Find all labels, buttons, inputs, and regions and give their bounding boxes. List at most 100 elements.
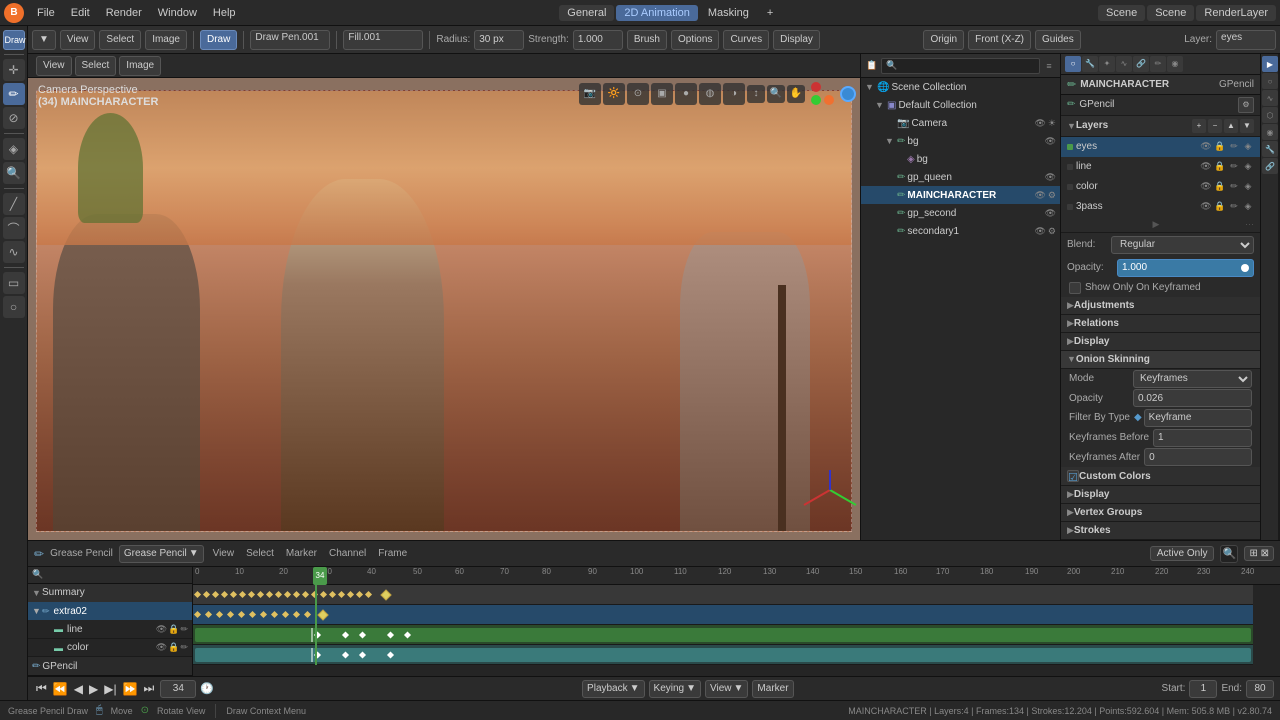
jump-end-btn[interactable]: ⏭ [142,681,157,696]
timeline-frame-btn[interactable]: Frame [375,548,410,559]
engine-selector[interactable]: Scene [1098,5,1145,21]
nav-render-btn[interactable]: 🔆 [603,83,625,105]
box-tool[interactable]: ▭ [3,272,25,294]
nav-camera-btn[interactable]: 📷 [579,83,601,105]
layer-lock-3pass[interactable]: 🔒 [1214,201,1226,212]
layer-eye-color[interactable]: 👁 [1200,181,1212,192]
fill-tool[interactable]: ◈ [3,138,25,160]
layer-eye-line[interactable]: 👁 [1200,161,1212,172]
image-header-btn[interactable]: Image [145,30,187,50]
onion-mode-select[interactable]: Keyframes [1133,370,1252,388]
curves-btn[interactable]: Curves [723,30,769,50]
view-axis-btn[interactable]: Front (X-Z) [968,30,1031,50]
summary-expand[interactable]: ▼ [32,588,40,598]
timeline-channel-btn[interactable]: Channel [326,548,369,559]
strokes-section[interactable]: ▶ Strokes [1061,522,1260,540]
props-tab-physics[interactable]: ∿ [1116,56,1132,72]
workspace-2d-animation[interactable]: 2D Animation [616,5,697,21]
summary-track-row[interactable] [193,585,1253,605]
side-tab-6[interactable]: 🔧 [1262,141,1278,157]
layer-fill-eyes[interactable]: ◈ [1242,141,1254,152]
renderlayer-selector[interactable]: RenderLayer [1196,5,1276,21]
vertex-groups-section[interactable]: ▶ Vertex Groups [1061,504,1260,522]
layer-3pass[interactable]: 3pass 👁 🔒 ✏ ◈ [1061,197,1260,217]
tree-maincharacter[interactable]: ✏ MAINCHARACTER 👁 ⚙ [861,186,1060,204]
prev-key-btn[interactable]: ⏪ [51,682,70,696]
menu-help[interactable]: Help [206,5,243,21]
erase-tool[interactable]: ⊘ [3,107,25,129]
options-btn[interactable]: Options [671,30,719,50]
start-frame-input[interactable]: 1 [1189,680,1217,698]
color-lock-icon[interactable]: 🔒 [168,642,179,653]
nav-xray-btn[interactable]: ▣ [651,83,673,105]
guides-btn[interactable]: Guides [1035,30,1081,50]
workspace-add[interactable]: + [759,5,781,21]
nav-solid-btn[interactable]: ● [675,83,697,105]
data-settings-btn[interactable]: ⚙ [1238,97,1254,113]
view-timeline-btn[interactable]: View▼ [705,680,748,698]
props-tab-particles[interactable]: ✦ [1099,56,1115,72]
layer-eye-3pass[interactable]: 👁 [1200,201,1212,212]
custom-colors-checkbox[interactable]: ☑ [1067,470,1079,482]
workspace-general[interactable]: General [559,5,614,21]
line-lock-icon[interactable]: 🔒 [168,624,179,635]
props-tab-modifier[interactable]: 🔧 [1082,56,1098,72]
curve-tool[interactable]: ∿ [3,241,25,263]
track-header-color[interactable]: ▬ color 👁 🔒 ✏ [28,639,192,658]
outliner-search[interactable]: 🔍 [881,58,1040,74]
scene-selector[interactable]: Scene [1147,5,1194,21]
menu-window[interactable]: Window [151,5,204,21]
expand-arrow[interactable]: ▶ [1067,219,1245,230]
step-back-btn[interactable]: ◀ [72,682,85,696]
blend-select[interactable]: Regular [1111,236,1254,254]
layer-input[interactable]: eyes [1216,30,1276,50]
props-tab-object[interactable]: ○ [1065,56,1081,72]
marker-btn[interactable]: Marker [752,680,793,698]
layers-section-header[interactable]: ▼ Layers + − ▲ ▼ [1061,116,1260,137]
gpsecond-eye-icon[interactable]: 👁 [1045,208,1056,219]
cursor-tool[interactable]: ✛ [3,59,25,81]
mainchar-eye-icon[interactable]: 👁 [1034,190,1045,201]
draw-tool[interactable]: ✏ [3,83,25,105]
display-section-2[interactable]: ▶ Display [1061,486,1260,504]
active-only-btn[interactable]: Active Only [1150,546,1215,561]
props-tab-constraints[interactable]: 🔗 [1133,56,1149,72]
layer-color[interactable]: color 👁 🔒 ✏ ◈ [1061,177,1260,197]
onion-section-header[interactable]: ▼ Onion Skinning [1061,351,1260,369]
viewport-select-btn[interactable]: Select [75,56,117,76]
mode-btn[interactable]: ▼ [32,30,56,50]
viewport-image-btn[interactable]: Image [119,56,161,76]
timeline-view-btn[interactable]: View [210,548,238,559]
display-btn[interactable]: Display [773,30,820,50]
side-tab-active[interactable]: ▶ [1262,56,1278,72]
line-pencil-icon[interactable]: ✏ [180,624,188,635]
view-header-btn[interactable]: View [60,30,96,50]
timeline-select-btn[interactable]: Select [243,548,277,559]
extra02-track-row[interactable] [193,605,1253,625]
color-track-row[interactable] [193,645,1253,665]
side-tab-7[interactable]: 🔗 [1262,158,1278,174]
layer-pencil-line[interactable]: ✏ [1228,161,1240,172]
opacity-bar[interactable]: 1.000 [1117,259,1254,277]
tree-gpsecond[interactable]: ✏ gp_second 👁 [861,204,1060,222]
circle-tool[interactable]: ○ [3,296,25,318]
playback-btn[interactable]: Playback▼ [582,680,644,698]
timeline-marker-btn[interactable]: Marker [283,548,320,559]
tree-bg-child[interactable]: ◈ bg [861,150,1060,168]
next-key-btn[interactable]: ⏩ [121,682,140,696]
draw-mode-btn[interactable]: Draw [200,30,237,50]
layer-pencil-3pass[interactable]: ✏ [1228,201,1240,212]
eyedrop-tool[interactable]: 🔍 [3,162,25,184]
play-btn[interactable]: ▶ [87,682,100,696]
onion-opacity-value[interactable]: 0.026 [1133,389,1252,407]
mode-draw[interactable]: Draw [3,30,25,50]
layer-remove-btn[interactable]: − [1208,119,1222,133]
layer-fill-line[interactable]: ◈ [1242,161,1254,172]
gpqueen-eye-icon[interactable]: 👁 [1045,172,1056,183]
nav-render-view-btn[interactable]: ◑ [723,83,745,105]
camera-eye-icon[interactable]: 👁 [1034,118,1045,129]
secondary1-eye-icon[interactable]: 👁 [1034,226,1045,237]
track-header-summary[interactable]: ▼ Summary [28,584,192,602]
fill-input[interactable]: Fill.001 [343,30,423,50]
side-tab-4[interactable]: ⬡ [1262,107,1278,123]
